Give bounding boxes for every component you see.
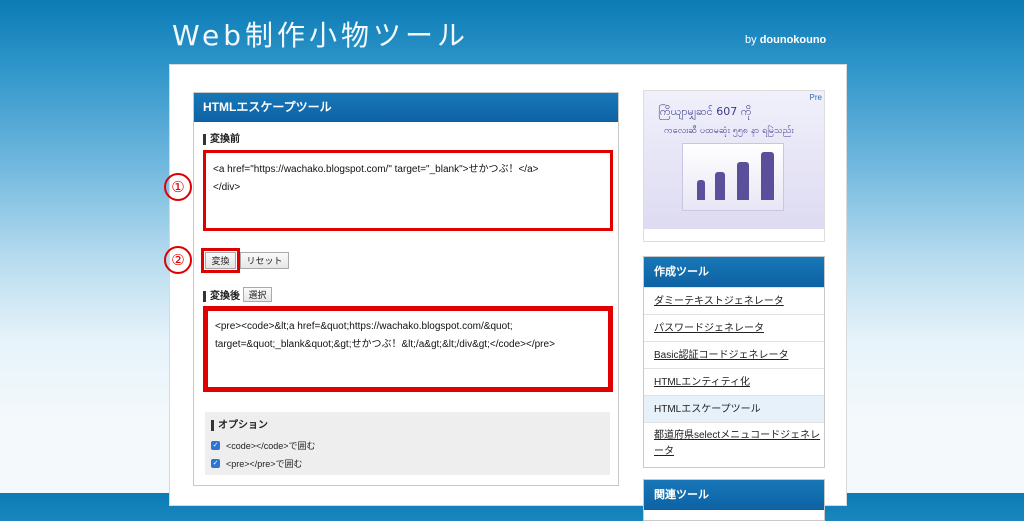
before-text-line1: <a href="https://wachako.blogspot.com/" … <box>213 164 539 175</box>
marker-1: ① <box>164 173 192 201</box>
ad-figure-2 <box>715 172 725 200</box>
ad-figure-3 <box>737 162 749 200</box>
sidebar-related: 関連ツール <box>643 479 825 521</box>
convert-button[interactable]: 変換 <box>201 248 240 273</box>
after-label: 変換後 <box>203 291 240 302</box>
after-text-line2: target=&quot;_blank&quot;&gt;せかつぶ！&lt;/a… <box>215 339 555 350</box>
marker-2: ② <box>164 246 192 274</box>
tool-title: HTMLエスケープツール <box>194 93 618 122</box>
ad-footer <box>644 229 824 241</box>
sidebar-item-dummy-text[interactable]: ダミーテキストジェネレータ <box>644 287 824 314</box>
options-panel: オプション ✓ <code></code>で囲む ✓ <pre></pre>で囲… <box>205 412 610 475</box>
site-author-prefix: by <box>745 34 760 46</box>
sidebar-tools: 作成ツール ダミーテキストジェネレータ パスワードジェネレータ Basic認証コ… <box>643 256 825 468</box>
option-code-label: <code></code>で囲む <box>226 441 316 451</box>
sidebar-item-password[interactable]: パスワードジェネレータ <box>644 314 824 341</box>
option-pre[interactable]: ✓ <pre></pre>で囲む <box>211 457 303 470</box>
checkbox-code[interactable]: ✓ <box>211 441 220 450</box>
advertisement[interactable]: Pre ကြိယျာမျှဆင် 607 ကို ကလေးဆီ ပထမဆုံး … <box>643 90 825 242</box>
site-author: by dounokouno <box>745 34 826 46</box>
tool-panel: HTMLエスケープツール 変換前 <a href="https://wachak… <box>193 92 619 486</box>
ad-text-line1: ကြိယျာမျှဆင် 607 ကို <box>658 105 752 118</box>
option-code[interactable]: ✓ <code></code>で囲む <box>211 439 316 452</box>
options-title: オプション <box>211 420 268 431</box>
reset-button[interactable]: リセット <box>240 252 289 269</box>
before-textarea[interactable]: <a href="https://wachako.blogspot.com/" … <box>203 150 613 231</box>
after-text-line1: <pre><code>&lt;a href=&quot;https://wach… <box>215 321 513 332</box>
sidebar-item-html-entity[interactable]: HTMLエンティティ化 <box>644 368 824 395</box>
sidebar-item-html-escape[interactable]: HTMLエスケープツール <box>644 395 824 422</box>
content-container: HTMLエスケープツール 変換前 <a href="https://wachak… <box>169 64 847 521</box>
ad-badge[interactable]: Pre <box>810 93 822 102</box>
checkbox-pre[interactable]: ✓ <box>211 459 220 468</box>
option-pre-label: <pre></pre>で囲む <box>226 459 303 469</box>
before-text-line2: </div> <box>213 182 241 193</box>
ad-figure-1 <box>697 180 705 200</box>
ad-image <box>682 143 784 211</box>
sidebar-item-prefecture-select[interactable]: 都道府県selectメニュコードジェネレータ <box>644 422 824 464</box>
after-textarea[interactable]: <pre><code>&lt;a href=&quot;https://wach… <box>203 306 613 392</box>
ad-text-line2: ကလေးဆီ ပထမဆုံး ၅၅၈ နာ ရမြဲသည်း <box>664 126 794 136</box>
sidebar-heading: 作成ツール <box>644 257 824 287</box>
select-button[interactable]: 選択 <box>243 287 272 302</box>
sidebar-heading-related: 関連ツール <box>644 480 824 510</box>
site-title[interactable]: Web制作小物ツール <box>172 14 469 54</box>
site-author-name: dounokouno <box>759 34 827 46</box>
ad-figure-4 <box>761 152 774 200</box>
before-label: 変換前 <box>203 134 240 145</box>
sidebar-item-basic-auth[interactable]: Basic認証コードジェネレータ <box>644 341 824 368</box>
